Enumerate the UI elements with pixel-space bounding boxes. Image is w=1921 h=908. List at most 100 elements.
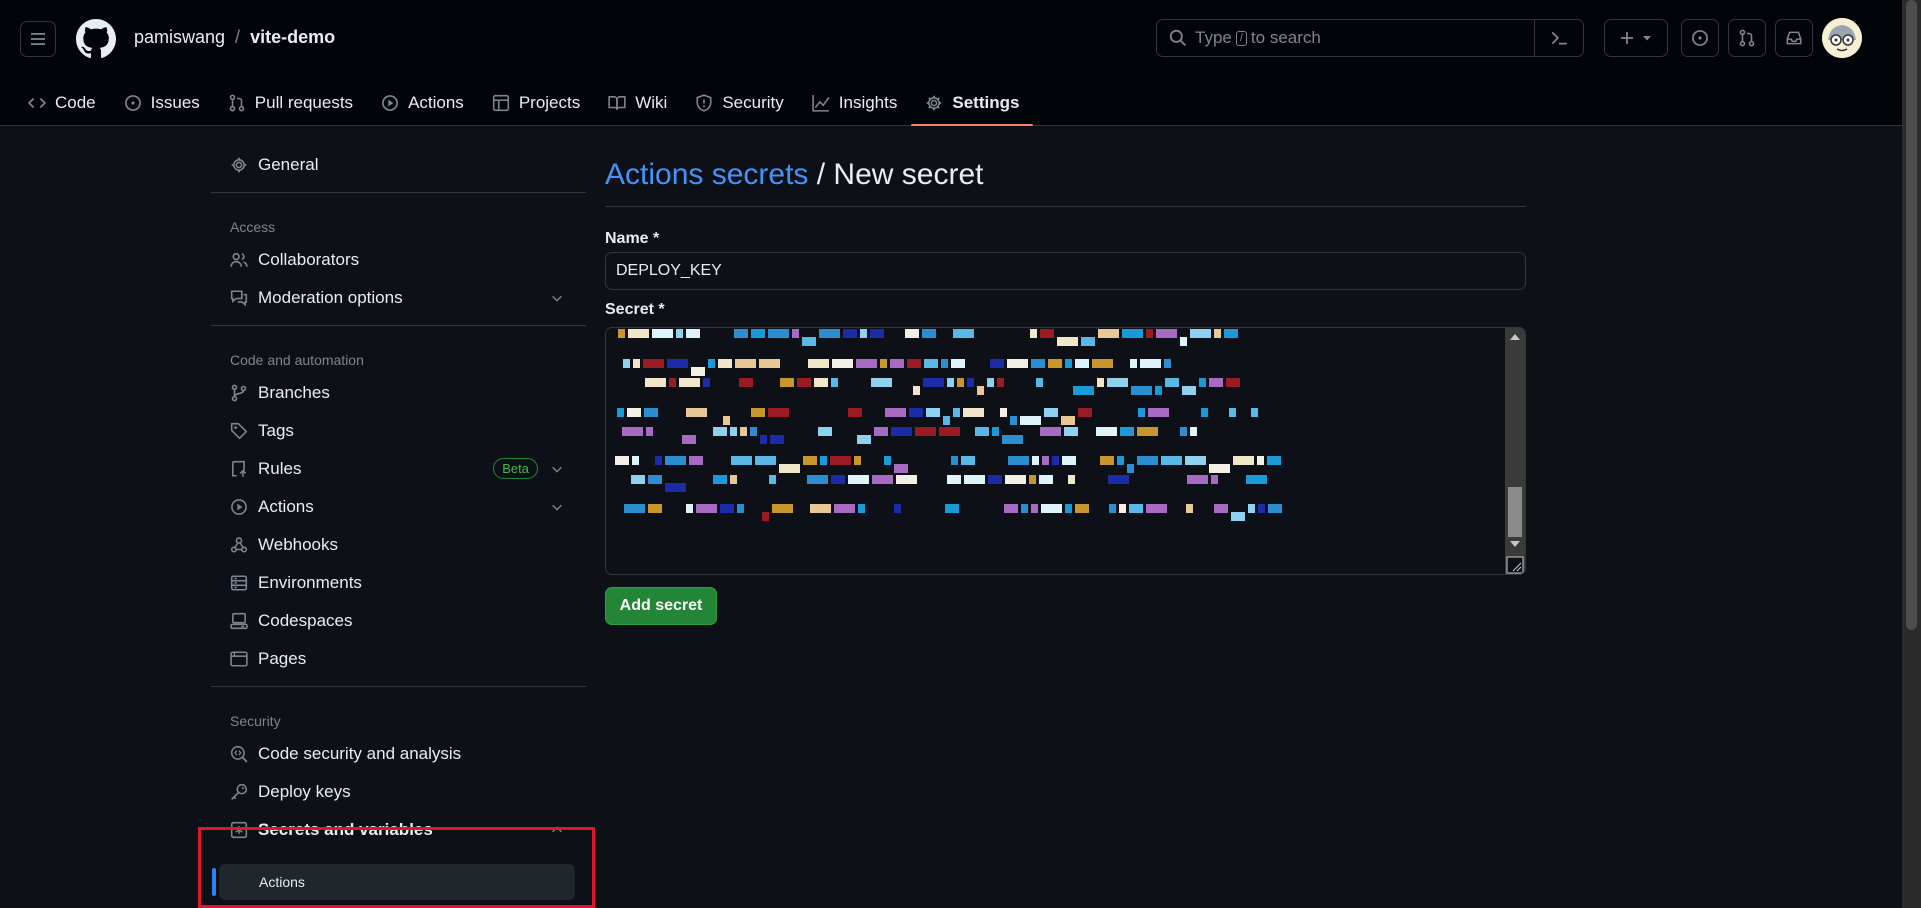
redaction-pixel <box>1231 512 1245 521</box>
textarea-scroll-thumb[interactable] <box>1508 487 1522 537</box>
page-scroll-thumb[interactable] <box>1906 0 1917 630</box>
breadcrumb-owner[interactable]: pamiswang <box>134 27 225 48</box>
redaction-pixel <box>857 435 871 444</box>
page-scrollbar[interactable] <box>1902 0 1921 908</box>
secret-label: Secret * <box>605 301 665 318</box>
redacted-secret-content <box>615 329 1282 521</box>
tab-pull-requests[interactable]: Pull requests <box>214 80 367 125</box>
sidebar-item-rules[interactable]: Rules Beta <box>211 450 586 488</box>
sidebar-item-codespaces[interactable]: Codespaces <box>211 602 586 640</box>
tab-label: Pull requests <box>254 92 354 112</box>
pull-request-icon <box>1739 29 1755 47</box>
secret-textarea[interactable] <box>605 327 1526 575</box>
redaction-pixel <box>1182 386 1196 395</box>
scroll-down-arrow-icon[interactable] <box>1505 537 1525 551</box>
tab-actions[interactable]: Actions <box>367 80 478 125</box>
sidebar-item-general[interactable]: General <box>211 146 586 184</box>
redaction-pixel <box>735 359 756 368</box>
search-input[interactable]: Type / to search <box>1156 19 1584 57</box>
chevron-down-icon[interactable] <box>550 500 564 514</box>
redaction-pixel <box>1122 329 1143 338</box>
key-icon <box>231 783 248 800</box>
redaction-pixel <box>1257 456 1264 465</box>
redaction-pixel <box>905 329 919 338</box>
title-link-actions-secrets[interactable]: Actions secrets <box>605 158 808 191</box>
inbox-button[interactable] <box>1775 19 1813 57</box>
sidebar-item-label: Codespaces <box>258 611 353 630</box>
avatar[interactable] <box>1822 18 1862 58</box>
redaction-pixel <box>768 408 789 417</box>
redaction-pixel <box>1268 504 1282 513</box>
breadcrumb-repo[interactable]: vite-demo <box>250 27 335 48</box>
pull-requests-button[interactable] <box>1728 19 1766 57</box>
sidebar-item-webhooks[interactable]: Webhooks <box>211 526 586 564</box>
scroll-up-arrow-icon[interactable] <box>1505 330 1525 344</box>
repo-push-icon <box>232 460 247 477</box>
sidebar-item-tags[interactable]: Tags <box>211 412 586 450</box>
redaction-pixel <box>1180 337 1187 346</box>
redaction-pixel <box>947 475 961 484</box>
redaction-pixel <box>646 427 653 436</box>
redaction-pixel <box>1109 504 1116 513</box>
redaction-pixel <box>818 427 832 436</box>
redaction-pixel <box>686 408 707 417</box>
sidebar-item-code-security[interactable]: Code security and analysis <box>211 735 586 773</box>
redaction-pixel <box>990 359 1004 368</box>
redaction-pixel <box>740 427 747 436</box>
create-new-button[interactable] <box>1604 19 1668 57</box>
redaction-pixel <box>907 359 921 368</box>
redaction-pixel <box>689 456 703 465</box>
sidebar-divider <box>211 686 586 687</box>
redaction-pixel <box>922 329 936 338</box>
redaction-pixel <box>648 504 662 513</box>
chevron-down-icon[interactable] <box>550 462 564 476</box>
add-secret-button[interactable]: Add secret <box>605 587 717 625</box>
redaction-pixel <box>1131 386 1152 395</box>
resize-handle-icon[interactable] <box>1506 556 1524 574</box>
redaction-pixel <box>1190 329 1211 338</box>
issue-icon <box>1692 30 1708 46</box>
redaction-pixel <box>628 329 649 338</box>
tab-issues[interactable]: Issues <box>110 80 214 125</box>
sidebar-item-label: Moderation options <box>258 288 403 307</box>
sidebar-item-environments[interactable]: Environments <box>211 564 586 602</box>
command-palette-button[interactable] <box>1534 20 1583 56</box>
tab-settings[interactable]: Settings <box>911 80 1034 126</box>
redaction-pixel <box>1258 504 1265 513</box>
sidebar-item-label: Webhooks <box>258 535 339 554</box>
redaction-pixel <box>631 475 645 484</box>
tab-insights[interactable]: Insights <box>798 80 912 125</box>
redaction-pixel <box>1098 329 1119 338</box>
redaction-pixel <box>964 475 985 484</box>
tab-security[interactable]: Security <box>681 80 797 125</box>
sidebar-item-label: Tags <box>258 421 294 440</box>
redaction-pixel <box>792 329 799 338</box>
sidebar-item-label: General <box>258 155 319 174</box>
terminal-icon <box>1551 31 1567 45</box>
sidebar-item-collaborators[interactable]: Collaborators <box>211 241 586 279</box>
tab-projects[interactable]: Projects <box>478 80 594 125</box>
name-input[interactable]: DEPLOY_KEY <box>605 252 1526 290</box>
sidebar-item-deploy-keys[interactable]: Deploy keys <box>211 773 586 811</box>
issues-button[interactable] <box>1681 19 1719 57</box>
tab-code[interactable]: Code <box>0 80 110 125</box>
sidebar-item-moderation[interactable]: Moderation options <box>211 279 586 317</box>
sidebar-item-pages[interactable]: Pages <box>211 640 586 678</box>
sidebar-item-branches[interactable]: Branches <box>211 374 586 412</box>
hamburger-icon <box>31 33 45 45</box>
redaction-pixel <box>975 427 989 436</box>
codescan-icon <box>230 745 248 763</box>
search-placeholder-suffix: to search <box>1250 28 1321 47</box>
redaction-pixel <box>870 329 884 338</box>
redaction-pixel <box>854 456 861 465</box>
plus-icon <box>1621 32 1633 44</box>
textarea-scrollbar[interactable] <box>1505 328 1525 574</box>
tab-wiki[interactable]: Wiki <box>594 80 681 125</box>
chevron-down-icon[interactable] <box>550 291 564 305</box>
search-placeholder-prefix: Type <box>1195 28 1232 47</box>
menu-button[interactable] <box>20 21 56 57</box>
sidebar-item-actions[interactable]: Actions <box>211 488 586 526</box>
github-logo-icon[interactable] <box>76 19 116 59</box>
redaction-pixel <box>1224 329 1238 338</box>
redaction-pixel <box>1042 456 1049 465</box>
